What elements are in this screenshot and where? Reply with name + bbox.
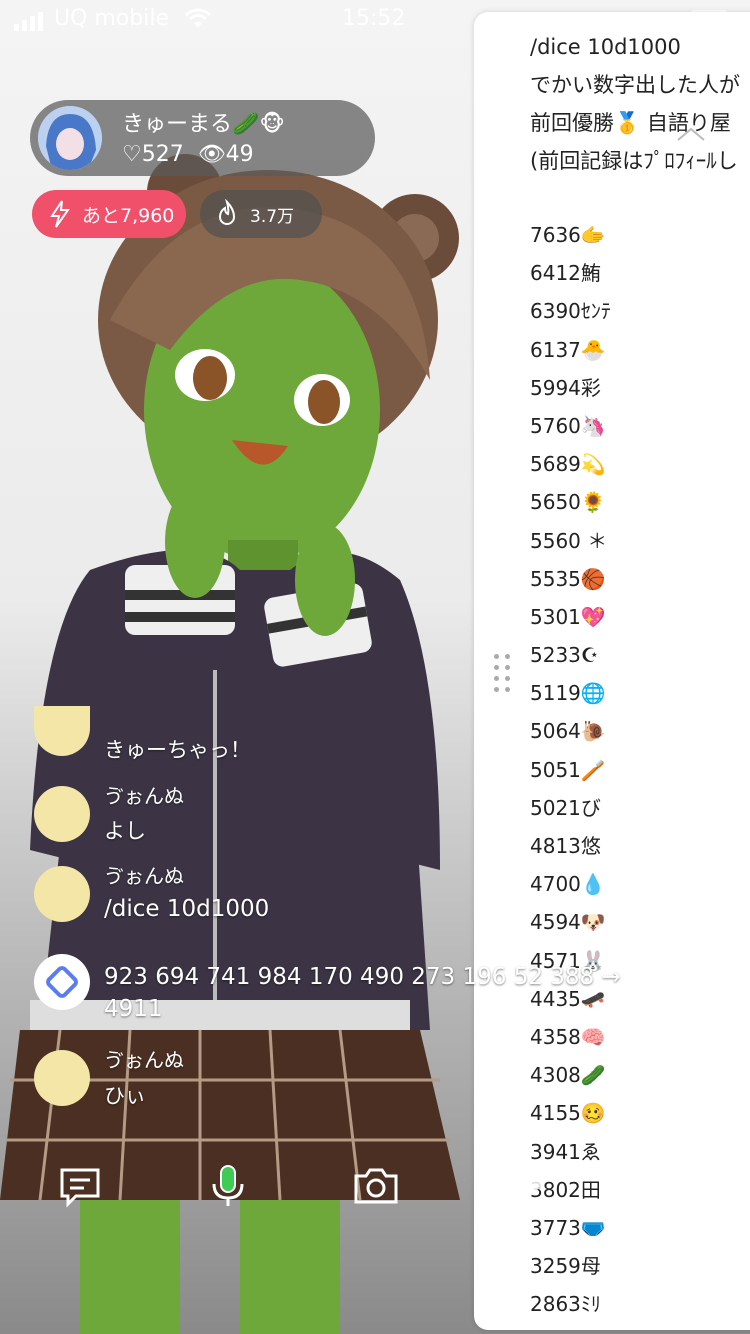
score-item: 5233☪: [530, 643, 599, 668]
flame-icon: [218, 199, 236, 225]
pinned-note-panel[interactable]: /dice 10d1000 でかい数字出した人が 前回優勝🥇 自語り屋 (前回記…: [474, 12, 750, 1330]
score-item: 5650🌻: [530, 490, 606, 515]
chat-message-text: よし: [104, 819, 146, 843]
chat-avatar[interactable]: [34, 866, 90, 922]
panel-header: /dice 10d1000 でかい数字出した人が 前回優勝🥇 自語り屋 (前回記…: [530, 28, 740, 180]
score-item: 5560 ＊: [530, 528, 608, 553]
score-item: 2863ﾐﾘ: [530, 1292, 601, 1317]
camera-icon[interactable]: [352, 1162, 400, 1210]
dice-bot-icon: [46, 966, 78, 998]
chat-message-text: /dice 10d1000: [104, 896, 270, 922]
score-item: 5535🏀: [530, 566, 606, 591]
score-item: 4308🥒: [530, 1063, 606, 1088]
score-item: 4155🥴: [530, 1101, 606, 1126]
more-options-icon[interactable]: [646, 1162, 694, 1210]
score-item: 6137🐣: [530, 337, 606, 362]
panel-drag-handle-icon[interactable]: [494, 654, 514, 692]
score-item: 4700💧: [530, 872, 606, 897]
wifi-icon: [185, 8, 211, 28]
host-name: きゅーまる🥒🐵: [122, 112, 285, 137]
panel-header-line: 前回優勝🥇 自語り屋: [530, 111, 731, 135]
fire-points-value: 3.7万: [250, 206, 295, 227]
panel-header-line: /dice 10d1000: [530, 35, 681, 59]
score-item: 5689💫: [530, 452, 606, 477]
score-item: 7636🫱: [530, 223, 606, 247]
score-item: 6412鮪: [530, 261, 601, 286]
clock: 15:52: [342, 6, 406, 31]
share-icon[interactable]: [500, 1162, 548, 1210]
fire-points-badge[interactable]: 3.7万: [200, 190, 322, 238]
score-item: 5301💖: [530, 604, 606, 629]
carrier-name: UQ mobile: [54, 6, 170, 31]
collapse-chevron-icon[interactable]: [674, 124, 708, 144]
system-bot-avatar: [34, 954, 90, 1010]
score-item: 5994彩: [530, 375, 601, 400]
chat-avatar[interactable]: [34, 1050, 90, 1106]
score-list: 7636🫱 6412鮪 6390ｾﾝﾃ 6137🐣 5994彩 5760🦄 56…: [530, 216, 611, 1323]
score-item: 4813悠: [530, 834, 601, 858]
score-item: 3773🩲: [530, 1215, 606, 1240]
likes-count: ♡527: [122, 142, 184, 167]
score-item: 4594🐶: [530, 910, 606, 935]
chat-username: ゔぉんぬ: [104, 1048, 184, 1072]
ranking-remaining-badge[interactable]: あと7,960: [32, 190, 186, 238]
score-item: 3259母: [530, 1254, 601, 1279]
panel-header-line: (前回記録はﾌﾟﾛﾌｨｰﾙし: [530, 149, 738, 173]
chat-message-text: きゅーちゃっ！: [104, 738, 251, 762]
score-item: 5760🦄: [530, 413, 606, 438]
host-stats: ♡527 👁49: [122, 142, 254, 167]
comment-icon[interactable]: [56, 1162, 104, 1210]
score-item: 6390ｾﾝﾃ: [530, 299, 611, 324]
dice-result-text: 923 694 741 984 170 490 273 196 52 388 →: [104, 964, 621, 990]
host-profile-card[interactable]: きゅーまる🥒🐵 ♡527 👁49: [30, 100, 375, 176]
score-item: 5021び: [530, 795, 601, 820]
host-avatar[interactable]: [38, 106, 102, 170]
chat-message-text: ひぃ: [104, 1084, 146, 1108]
viewer-count: 👁49: [197, 142, 254, 167]
panel-header-line: でかい数字出した人が: [530, 73, 740, 97]
remaining-points: あと7,960: [82, 204, 175, 227]
dice-result-total: 4911: [104, 996, 163, 1022]
score-item: 5051🪥: [530, 757, 606, 782]
signal-strength-icon: [14, 12, 43, 31]
chat-username: ゔぉんぬ: [104, 784, 184, 808]
chat-avatar[interactable]: [34, 786, 90, 842]
score-item: 5119🌐: [530, 681, 606, 706]
score-item: 5064🐌: [530, 719, 606, 744]
lightning-icon: [50, 200, 70, 228]
score-item: 4358🧠: [530, 1024, 606, 1049]
microphone-icon[interactable]: [204, 1162, 252, 1210]
chat-username: ゔぉんぬ: [104, 864, 184, 888]
